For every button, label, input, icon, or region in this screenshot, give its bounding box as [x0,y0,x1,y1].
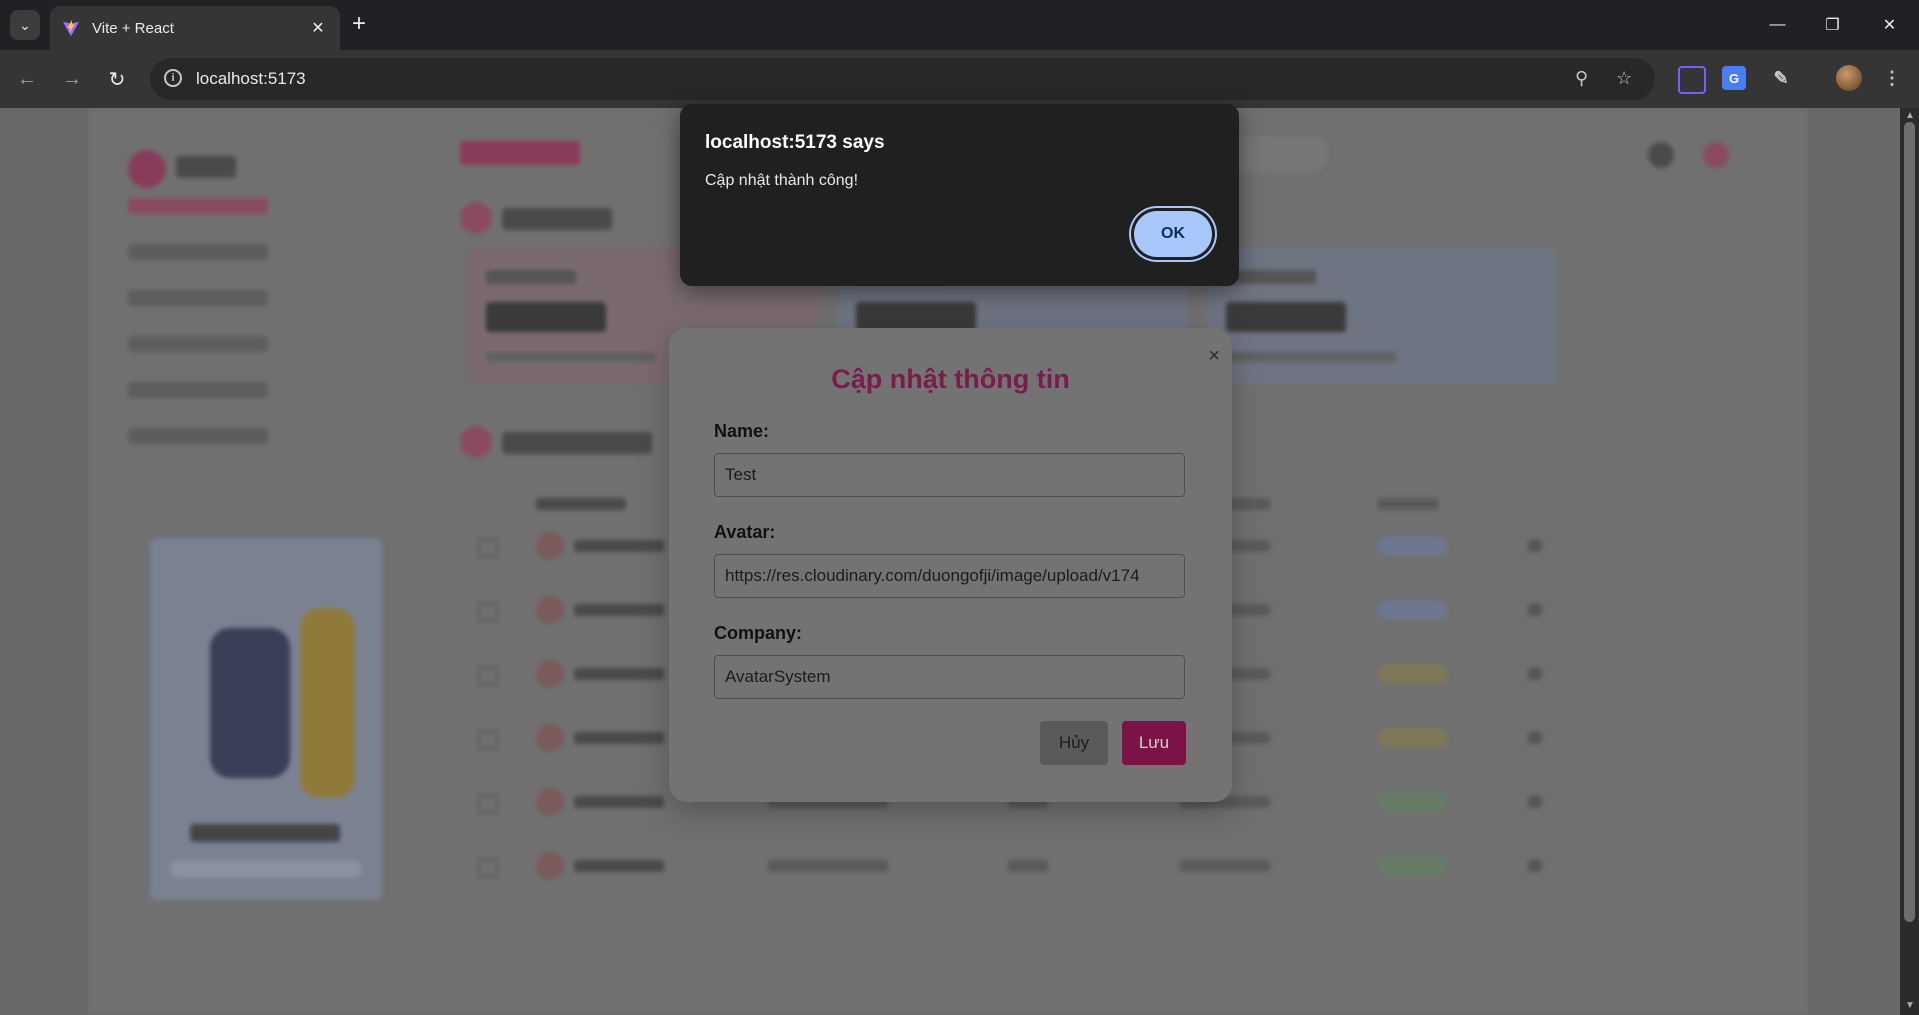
avatar-label: Avatar: [714,522,776,542]
section-title [502,432,652,454]
header-title [460,141,580,165]
promo-caption [190,824,340,842]
table-row [468,848,1808,884]
alert-dialog: localhost:5173 says Cập nhật thành công!… [680,104,1239,286]
illustration-figure [300,608,355,798]
scroll-up-icon[interactable]: ▲ [1905,110,1915,121]
minimize-icon[interactable]: — [1750,0,1805,50]
name-label: Name: [714,421,770,441]
sidebar-item [128,244,268,260]
section-icon [460,202,492,234]
reload-icon[interactable]: ↻ [102,64,132,94]
tab-search-icon[interactable]: ⌄ [10,10,40,40]
forward-icon[interactable]: → [57,64,87,94]
ok-button[interactable]: OK [1134,211,1212,257]
stat-card [1208,248,1558,384]
close-icon[interactable]: × [1208,346,1220,366]
promo-buttons [170,860,362,878]
vite-favicon [62,19,80,37]
scroll-down-icon[interactable]: ▼ [1905,1000,1915,1011]
page-scrollbar[interactable]: ▲ ▼ [1900,108,1919,1015]
close-icon[interactable]: ✕ [306,18,330,38]
sidebar-item [128,290,268,306]
profile-avatar[interactable] [1836,65,1862,91]
update-info-modal: × Cập nhật thông tin Name: Test Avatar: … [669,328,1232,802]
section-title [502,208,612,230]
sidebar-item [128,336,268,352]
address-bar[interactable]: i localhost:5173 ⚲ ☆ [150,58,1655,100]
illustration-figure [210,628,290,778]
logo-icon [128,150,166,188]
scroll-thumb[interactable] [1904,122,1915,922]
site-info-icon[interactable]: i [164,69,182,87]
translate-extension-icon[interactable]: G [1722,66,1746,90]
restore-icon[interactable]: ❐ [1805,0,1860,50]
tab-strip: ⌄ Vite + React ✕ + — ❐ ✕ [0,0,1919,50]
browser-toolbar: ← → ↻ i localhost:5173 ⚲ ☆ [0,50,1919,108]
url-text[interactable]: localhost:5173 [196,69,306,89]
tab-title: Vite + React [92,19,174,37]
header-avatar [1703,142,1729,168]
star-icon[interactable]: ☆ [1616,68,1632,89]
avatar-url-field[interactable]: https://res.cloudinary.com/duongofji/ima… [714,554,1185,598]
save-button[interactable]: Lưu [1122,721,1186,765]
window-close-icon[interactable]: ✕ [1862,0,1917,50]
header-icon [1648,142,1674,168]
extensions-icon[interactable]: ✎ [1769,66,1793,90]
back-icon[interactable]: ← [12,64,42,94]
alert-message: Cập nhật thành công! [705,172,859,189]
browser-tab[interactable]: Vite + React ✕ [50,6,340,50]
cancel-button[interactable]: Hủy [1040,721,1108,765]
zoom-out-icon[interactable]: ⚲ [1575,68,1588,89]
name-field[interactable]: Test [714,453,1185,497]
more-menu-icon[interactable]: ⋮ [1880,66,1904,90]
plus-icon[interactable]: + [352,12,366,36]
company-label: Company: [714,623,803,643]
screenshot-extension-icon[interactable] [1678,66,1706,94]
logo-text [176,156,236,178]
alert-title: localhost:5173 says [705,132,885,153]
section-icon [460,426,492,458]
sidebar-item [128,382,268,398]
promo-card [150,538,382,900]
company-field[interactable]: AvatarSystem [714,655,1185,699]
sidebar-item [128,198,268,214]
modal-title: Cập nhật thông tin [831,364,1070,394]
sidebar-item [128,428,268,444]
